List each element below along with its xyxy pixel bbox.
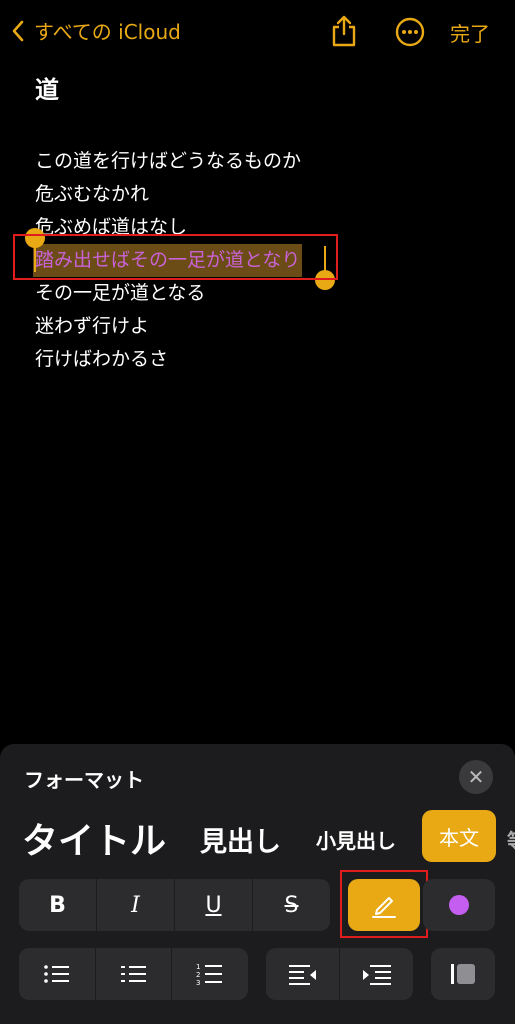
style-subheading-button[interactable]: 小見出し [316, 825, 396, 854]
share-icon[interactable] [330, 14, 358, 48]
dashed-list-button[interactable] [96, 948, 173, 1000]
indent-button[interactable] [340, 948, 413, 1000]
color-button[interactable] [423, 879, 495, 931]
ellipsis-circle-icon[interactable] [395, 17, 425, 47]
style-heading-button[interactable]: 見出し [200, 820, 281, 859]
style-monospace-button[interactable]: 等 [507, 825, 515, 854]
bulleted-list-button[interactable] [19, 948, 96, 1000]
underline-button[interactable]: U [175, 879, 253, 931]
indent-icon [362, 965, 391, 985]
note-line[interactable]: この道を行けばどうなるものか [35, 145, 302, 178]
note-line[interactable]: 行けばわかるさ [35, 343, 302, 376]
back-label: すべての iCloud [34, 20, 181, 44]
numbered-list-button[interactable]: 1 2 3 [172, 948, 248, 1000]
bold-button[interactable]: B [19, 879, 97, 931]
bulleted-list-icon [44, 965, 69, 983]
navigation-bar: すべての iCloud 完了 [0, 0, 515, 64]
back-button[interactable]: すべての iCloud [12, 16, 181, 45]
note-line[interactable]: 危ぶむなかれ [35, 178, 302, 211]
svg-text:3: 3 [196, 979, 200, 986]
paragraph-style-row: タイトル 見出し 小見出し 本文 等 [0, 808, 515, 864]
list-style-group: 1 2 3 [19, 948, 248, 1000]
numbered-list-icon: 1 2 3 [196, 963, 223, 986]
italic-button[interactable]: I [97, 879, 175, 931]
strikethrough-button[interactable]: S [253, 879, 330, 931]
indent-group [266, 948, 413, 1000]
svg-text:2: 2 [196, 971, 200, 979]
color-dot-icon [449, 895, 469, 915]
svg-text:1: 1 [196, 963, 200, 971]
note-line[interactable]: 迷わず行けよ [35, 310, 302, 343]
close-button[interactable]: ✕ [459, 760, 493, 794]
note-line[interactable]: その一足が道となる [35, 277, 302, 310]
note-title[interactable]: 道 [35, 70, 59, 105]
block-quote-icon [451, 964, 475, 984]
close-icon: ✕ [467, 765, 485, 789]
done-button[interactable]: 完了 [450, 18, 490, 47]
format-panel: フォーマット ✕ タイトル 見出し 小見出し 本文 等 B I U S [0, 744, 515, 1024]
dashed-list-icon [120, 966, 146, 982]
chevron-left-icon [12, 20, 24, 41]
annotation-highlight-box [340, 870, 428, 938]
block-quote-button[interactable] [431, 948, 495, 1000]
annotation-highlight-box [13, 234, 338, 280]
style-title-button[interactable]: タイトル [22, 812, 166, 864]
text-style-group: B I U S [19, 879, 330, 931]
style-body-button[interactable]: 本文 [422, 810, 496, 862]
outdent-button[interactable] [266, 948, 340, 1000]
outdent-icon [288, 965, 316, 985]
panel-title: フォーマット [24, 768, 144, 792]
